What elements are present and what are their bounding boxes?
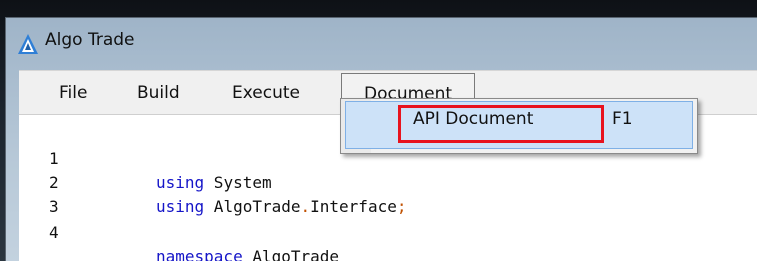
code-line-1: 1 using System	[19, 123, 272, 192]
menu-execute[interactable]: Execute	[232, 71, 300, 115]
menu-file[interactable]: File	[59, 71, 87, 115]
menu-build[interactable]: Build	[137, 71, 180, 115]
code-line-4: 4 namespace AlgoTrade	[19, 197, 339, 261]
code-text-4: namespace AlgoTrade	[156, 247, 340, 261]
code-line-3: 3	[19, 171, 77, 216]
api-document-shortcut: F1	[612, 109, 633, 129]
title-bar[interactable]: Algo Trade	[6, 18, 757, 70]
code-text-1: using System	[156, 173, 272, 192]
code-text-2: using AlgoTrade.Interface;	[156, 197, 407, 216]
code-line-2: 2 using AlgoTrade.Interface;	[19, 147, 406, 216]
algo-trade-triangle-icon	[18, 34, 38, 54]
document-dropdown-menu: API Document F1	[340, 98, 698, 154]
api-document-label: API Document	[413, 109, 534, 129]
window-title: Algo Trade	[45, 30, 135, 50]
line-number: 4	[49, 223, 59, 242]
